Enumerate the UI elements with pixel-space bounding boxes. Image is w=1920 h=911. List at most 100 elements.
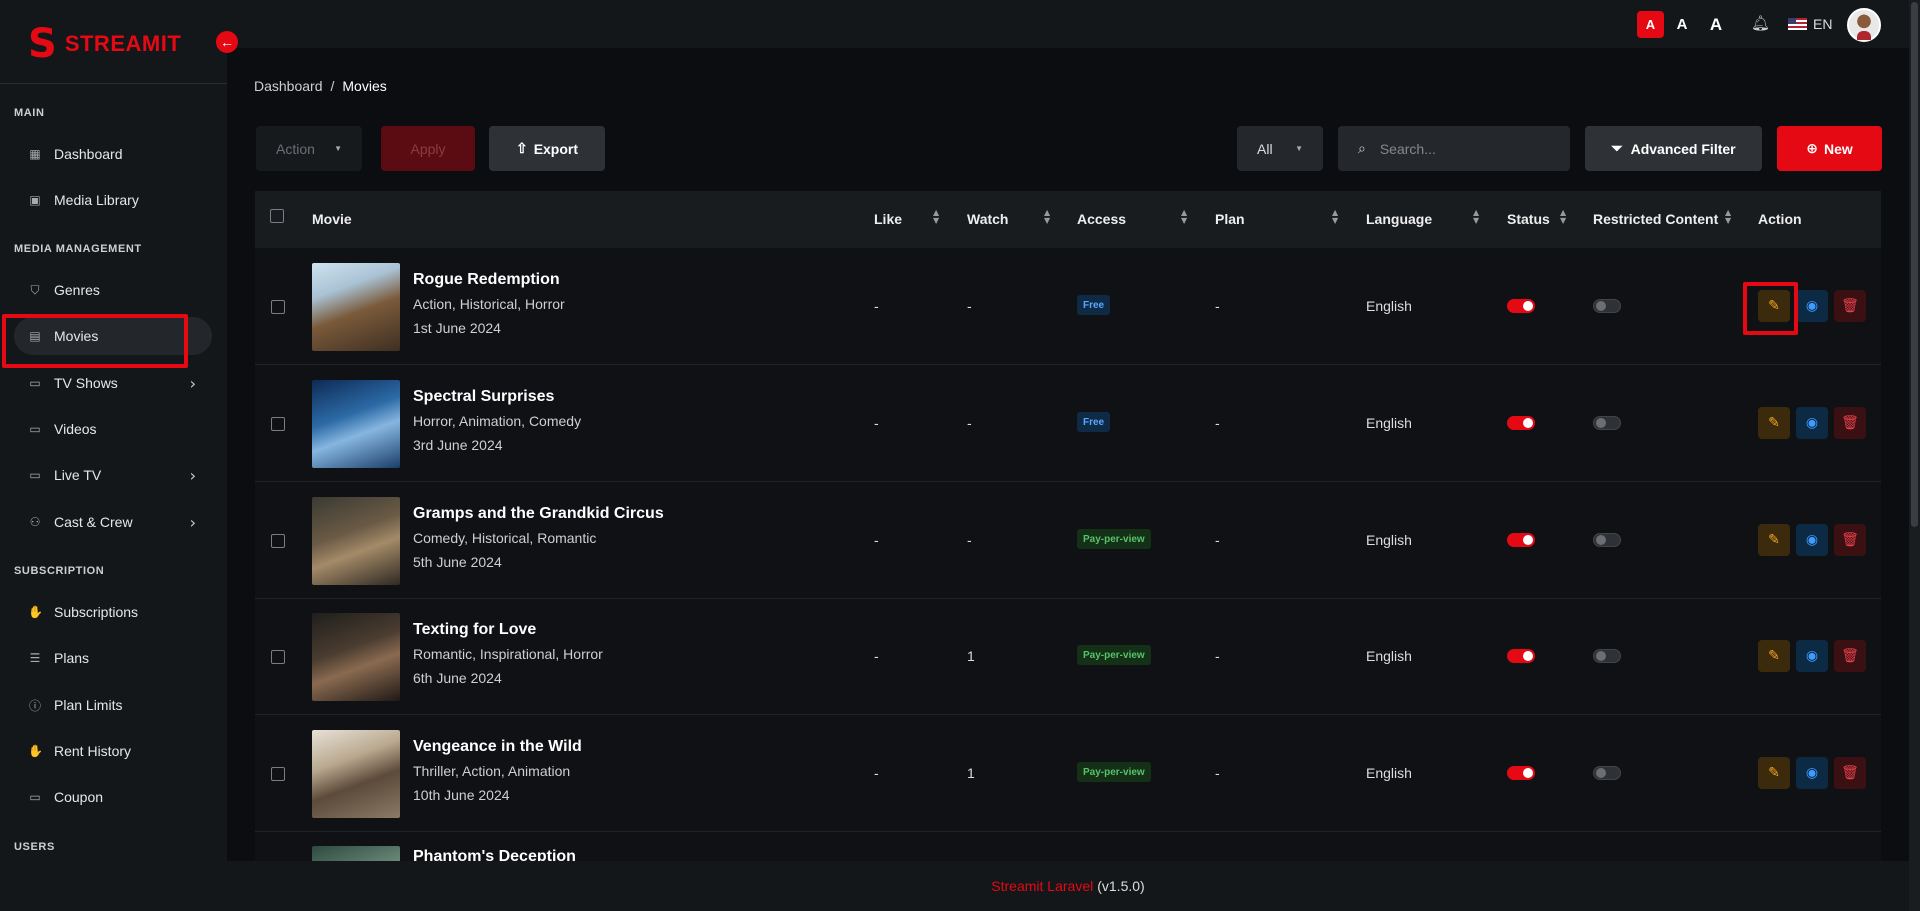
- sidebar-divider: [0, 83, 227, 84]
- sidebar-item-live-tv[interactable]: ▭ Live TV ›: [14, 456, 212, 494]
- sidebar-item-genres[interactable]: ⛉ Genres: [14, 271, 212, 309]
- sort-icon[interactable]: ▲ ▼: [1725, 209, 1731, 225]
- sidebar-item-rent-history[interactable]: ✋ Rent History: [14, 732, 212, 770]
- sidebar-item-movies[interactable]: ▤ Movies: [14, 317, 212, 355]
- new-movie-button[interactable]: ⊕ New: [1777, 126, 1882, 171]
- row-checkbox[interactable]: [271, 767, 285, 781]
- delete-button[interactable]: 🗑︎: [1834, 407, 1866, 439]
- sidebar-item-plans[interactable]: ☰ Plans: [14, 639, 212, 677]
- bell-icon[interactable]: 🔔︎: [1751, 14, 1770, 32]
- movie-thumbnail[interactable]: [312, 497, 400, 585]
- table-row: Vengeance in the Wild Thriller, Action, …: [255, 716, 1881, 832]
- status-toggle[interactable]: [1507, 649, 1535, 663]
- column-header-access[interactable]: Access: [1077, 211, 1126, 227]
- font-size-small-button[interactable]: A: [1637, 11, 1664, 38]
- export-button[interactable]: ⇧ Export: [489, 126, 605, 171]
- row-checkbox[interactable]: [271, 650, 285, 664]
- movie-title[interactable]: Gramps and the Grandkid Circus: [413, 505, 664, 523]
- like-count: -: [874, 415, 879, 431]
- column-header-language[interactable]: Language: [1366, 211, 1432, 227]
- column-header-like[interactable]: Like: [874, 211, 902, 227]
- sort-icon[interactable]: ▲ ▼: [1473, 209, 1479, 225]
- movie-title[interactable]: Vengeance in the Wild: [413, 738, 582, 756]
- sort-icon[interactable]: ▲ ▼: [1560, 209, 1566, 225]
- nav-section-subscription: SUBSCRIPTION: [14, 565, 105, 577]
- column-header-movie[interactable]: Movie: [312, 211, 352, 227]
- sidebar-item-coupon[interactable]: ▭ Coupon: [14, 778, 212, 816]
- row-checkbox[interactable]: [271, 300, 285, 314]
- sidebar-item-dashboard[interactable]: ▦ Dashboard: [14, 135, 212, 173]
- font-size-large-button[interactable]: A: [1705, 11, 1727, 38]
- select-all-checkbox[interactable]: [270, 209, 284, 223]
- bulk-action-select[interactable]: Action ▼: [256, 126, 362, 171]
- status-toggle[interactable]: [1507, 533, 1535, 547]
- status-toggle[interactable]: [1507, 299, 1535, 313]
- edit-button[interactable]: ✎: [1758, 407, 1790, 439]
- edit-button[interactable]: ✎: [1758, 757, 1790, 789]
- scrollbar-thumb[interactable]: [1911, 2, 1918, 527]
- font-size-medium-button[interactable]: A: [1671, 11, 1693, 38]
- sidebar-item-media-library[interactable]: ▣ Media Library: [14, 181, 212, 219]
- sidebar-item-plan-limits[interactable]: ⓘ Plan Limits: [14, 686, 212, 724]
- status-toggle[interactable]: [1507, 416, 1535, 430]
- edit-button[interactable]: ✎: [1758, 524, 1790, 556]
- apply-button[interactable]: Apply: [381, 126, 475, 171]
- movie-title[interactable]: Phantom's Deception: [413, 848, 576, 861]
- avatar[interactable]: [1847, 8, 1881, 42]
- sort-icon[interactable]: ▲ ▼: [1044, 209, 1050, 225]
- chevron-right-icon: ›: [189, 465, 196, 485]
- edit-button[interactable]: ✎: [1758, 640, 1790, 672]
- view-button[interactable]: ◉: [1796, 757, 1828, 789]
- view-button[interactable]: ◉: [1796, 290, 1828, 322]
- logo[interactable]: S STREAMIT: [28, 24, 181, 64]
- sidebar-item-videos[interactable]: ▭ Videos: [14, 410, 212, 448]
- movie-title[interactable]: Spectral Surprises: [413, 388, 554, 406]
- sidebar-collapse-button[interactable]: ←: [216, 31, 238, 53]
- delete-button[interactable]: 🗑︎: [1834, 757, 1866, 789]
- breadcrumb-root[interactable]: Dashboard: [254, 78, 323, 94]
- breadcrumb: Dashboard / Movies: [254, 78, 387, 94]
- column-header-watch[interactable]: Watch: [967, 211, 1008, 227]
- footer-brand-link[interactable]: Streamit Laravel: [991, 878, 1093, 894]
- language-selector[interactable]: EN: [1788, 16, 1832, 32]
- status-toggle[interactable]: [1507, 766, 1535, 780]
- advanced-filter-button[interactable]: ⏷ Advanced Filter: [1585, 126, 1762, 171]
- sidebar-item-subscriptions[interactable]: ✋ Subscriptions: [14, 593, 212, 631]
- movie-title[interactable]: Rogue Redemption: [413, 271, 560, 289]
- grid-icon: ▦: [29, 147, 41, 161]
- movie-thumbnail[interactable]: [312, 730, 400, 818]
- row-checkbox[interactable]: [271, 417, 285, 431]
- restricted-content-toggle[interactable]: [1593, 533, 1621, 547]
- us-flag-icon: [1788, 18, 1807, 30]
- movie-release-date: 6th June 2024: [413, 670, 502, 686]
- movie-thumbnail[interactable]: [312, 263, 400, 351]
- delete-button[interactable]: 🗑︎: [1834, 524, 1866, 556]
- restricted-content-toggle[interactable]: [1593, 416, 1621, 430]
- movie-thumbnail[interactable]: [312, 613, 400, 701]
- view-button[interactable]: ◉: [1796, 407, 1828, 439]
- sort-icon[interactable]: ▲ ▼: [1332, 209, 1338, 225]
- column-header-status[interactable]: Status: [1507, 211, 1550, 227]
- restricted-content-toggle[interactable]: [1593, 766, 1621, 780]
- page-scrollbar[interactable]: [1909, 0, 1920, 911]
- sort-icon[interactable]: ▲ ▼: [1181, 209, 1187, 225]
- edit-button[interactable]: ✎: [1758, 290, 1790, 322]
- sidebar-item-cast-crew[interactable]: ⚇ Cast & Crew ›: [14, 503, 212, 541]
- search-input[interactable]: ⌕ Search...: [1338, 126, 1570, 171]
- sidebar-item-tv-shows[interactable]: ▭ TV Shows ›: [14, 364, 212, 402]
- restricted-content-toggle[interactable]: [1593, 299, 1621, 313]
- view-button[interactable]: ◉: [1796, 524, 1828, 556]
- table-row: Gramps and the Grandkid Circus Comedy, H…: [255, 483, 1881, 599]
- delete-button[interactable]: 🗑︎: [1834, 290, 1866, 322]
- movie-thumbnail[interactable]: [312, 380, 400, 468]
- delete-button[interactable]: 🗑︎: [1834, 640, 1866, 672]
- status-filter-select[interactable]: All ▼: [1237, 126, 1323, 171]
- view-button[interactable]: ◉: [1796, 640, 1828, 672]
- row-checkbox[interactable]: [271, 534, 285, 548]
- column-header-restricted-content[interactable]: Restricted Content: [1593, 211, 1718, 227]
- movie-title[interactable]: Texting for Love: [413, 621, 536, 639]
- column-header-plan[interactable]: Plan: [1215, 211, 1245, 227]
- movie-thumbnail[interactable]: [312, 846, 400, 861]
- restricted-content-toggle[interactable]: [1593, 649, 1621, 663]
- sort-icon[interactable]: ▲ ▼: [933, 209, 939, 225]
